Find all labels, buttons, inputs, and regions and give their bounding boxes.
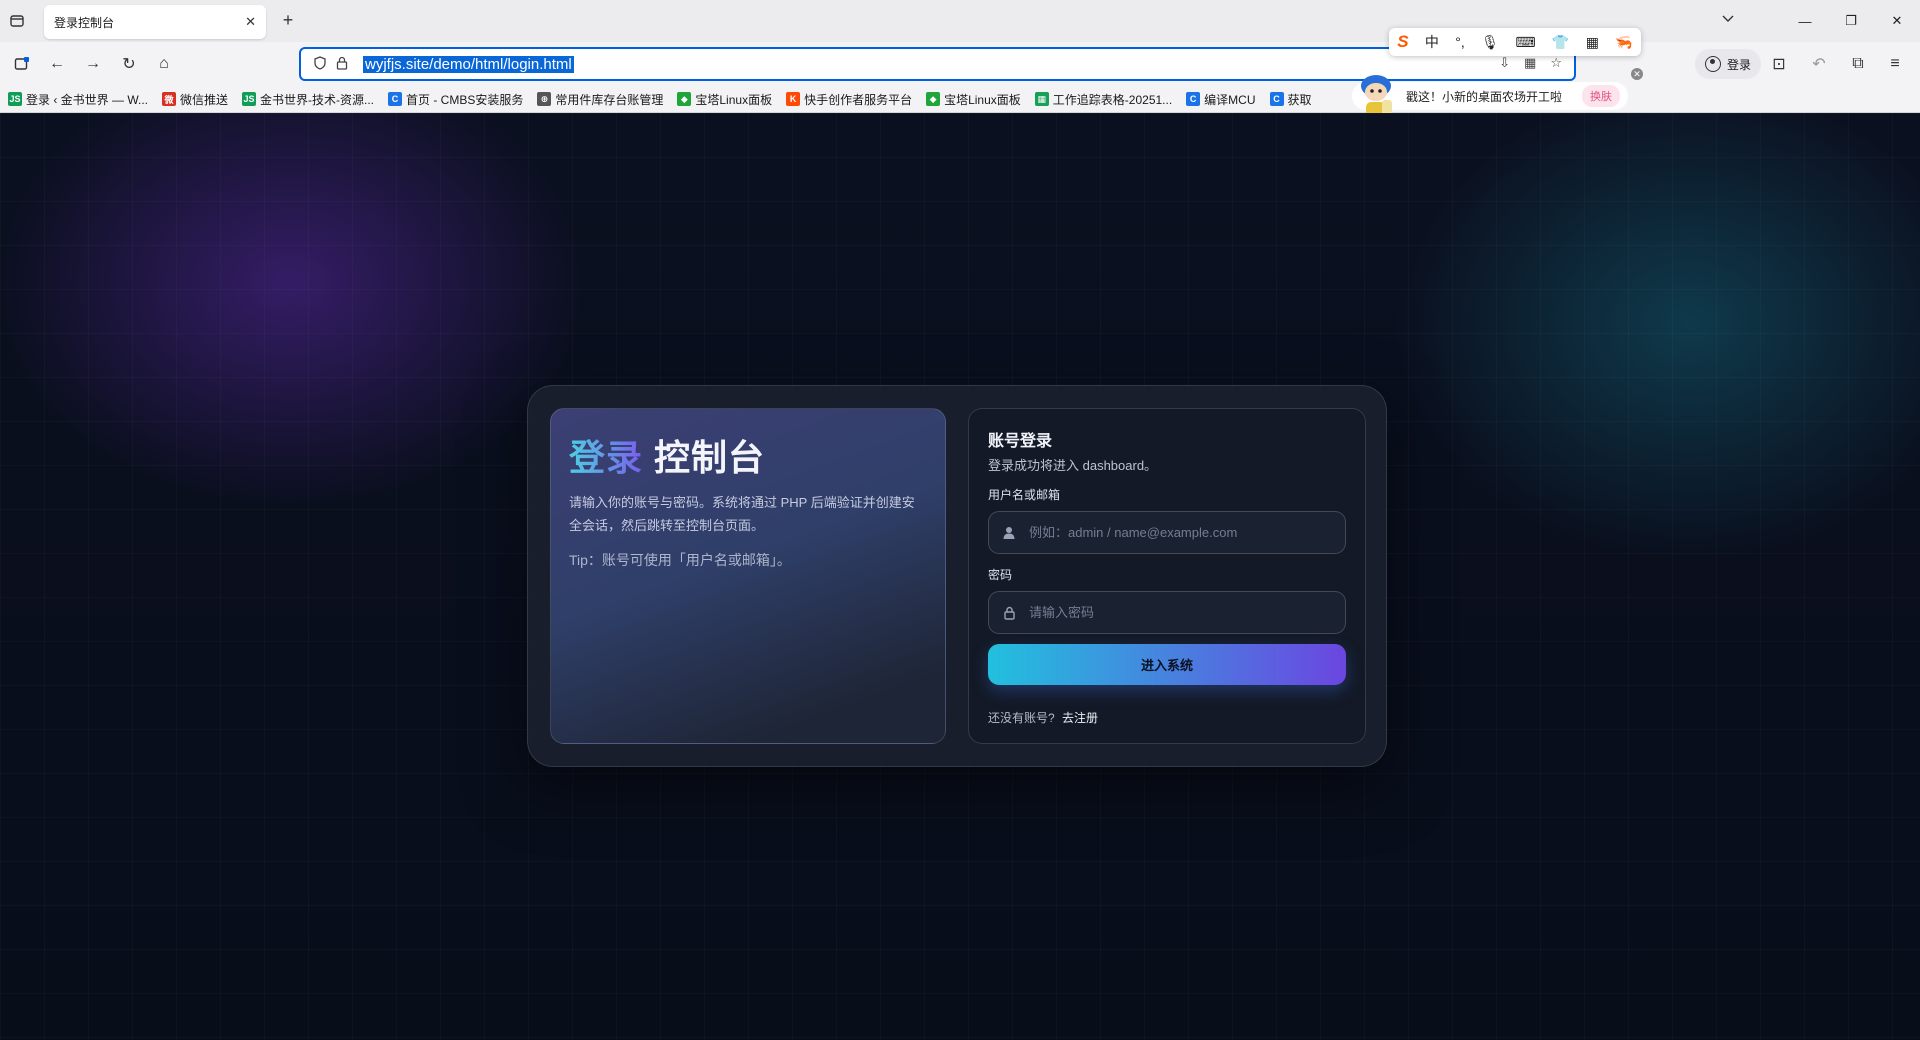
bookmark-item[interactable]: C 首页 - CMBS安装服务 (388, 91, 523, 108)
tab-title: 登录控制台 (54, 15, 115, 30)
bookmark-label: 登录 ‹ 金书世界 — W... (26, 92, 148, 107)
intro-tip: Tip：账号可使用「用户名或邮箱」。 (569, 552, 791, 568)
bookmark-favicon-icon: C (1186, 92, 1201, 106)
bookmark-favicon-icon: 微 (162, 92, 176, 106)
login-form-panel: 账号登录 登录成功将进入 dashboard。 用户名或邮箱 密码 进入系统 还… (968, 408, 1366, 744)
register-line: 还没有账号? 去注册 (988, 709, 1346, 726)
title-rest: 控制台 (654, 437, 766, 478)
lock-icon[interactable] (331, 56, 353, 73)
address-bar-actions: ⇩ ▦ ☆ (1499, 55, 1562, 71)
bookmark-item[interactable]: K 快手创作者服务平台 (786, 91, 912, 108)
bookmark-item[interactable]: 微微信推送 (162, 91, 228, 108)
bookmark-favicon-icon: C (388, 92, 403, 106)
undo-icon[interactable]: ↶ (1806, 51, 1832, 77)
active-tab[interactable]: 登录控制台 ✕ (44, 5, 266, 39)
bookmark-item[interactable]: ◆ 宝塔Linux面板 (926, 91, 1021, 108)
bookmark-item[interactable]: C 编译MCU (1186, 91, 1256, 108)
star-icon[interactable]: ☆ (1550, 55, 1562, 71)
ime-mascot-icon[interactable]: 🦐 (1615, 34, 1632, 51)
sidebar-toggle-icon[interactable] (9, 51, 35, 77)
bookmark-favicon-icon: ◆ (926, 92, 941, 106)
register-prompt: 还没有账号? (988, 711, 1055, 725)
bookmark-label: 快手创作者服务平台 (804, 92, 913, 107)
lock-icon (1001, 606, 1017, 620)
register-link[interactable]: 去注册 (1062, 711, 1098, 725)
page-title: 登录 控制台 (569, 429, 927, 481)
password-label: 密码 (988, 568, 1013, 582)
bookmark-favicon-icon: JS (8, 92, 22, 106)
download-icon[interactable]: ⇩ (1499, 55, 1510, 71)
close-window-icon[interactable]: ✕ (1874, 0, 1920, 42)
bookmark-label: 获取 (1287, 92, 1312, 107)
skin-button[interactable]: 换肤 (1582, 85, 1621, 107)
tab-list-icon[interactable] (6, 10, 28, 32)
ime-toolbar: S 中 °, 🎙 ⌨ 👕 ▦ 🦐 (1389, 28, 1641, 56)
keyboard-icon[interactable]: ⌨ (1515, 34, 1535, 51)
account-label: 登录 (1727, 57, 1752, 72)
bookmark-favicon-icon: JS (242, 92, 257, 106)
account-button[interactable]: 登录 (1695, 49, 1762, 79)
bookmark-label: 微信推送 (180, 92, 229, 107)
password-input[interactable] (1029, 605, 1345, 620)
bookmark-label: 首页 - CMBS安装服务 (406, 92, 524, 107)
url-text[interactable]: wyjfjs.site/demo/html/login.html (363, 55, 574, 73)
ime-banner-close-icon[interactable]: ✕ (1631, 68, 1643, 80)
bookmark-favicon-icon: ▦ (1034, 92, 1049, 106)
sogou-logo-icon[interactable]: S (1397, 32, 1408, 52)
minimize-icon[interactable]: — (1782, 0, 1828, 42)
ime-banner-text: 戳这！小新的桌面农场开工啦 (1406, 89, 1563, 104)
bookmark-item[interactable]: JS 登录 ‹ 金书世界 — W... (8, 91, 148, 108)
submit-button[interactable]: 进入系统 (988, 644, 1346, 685)
tab-overflow-chevron-icon[interactable] (1722, 12, 1734, 26)
bookmark-favicon-icon: ⊕ (537, 92, 552, 106)
login-page: 登录 控制台 请输入你的账号与密码。系统将通过 PHP 后端验证并创建安全会话，… (0, 113, 1920, 1040)
bookmark-label: 常用件库存台账管理 (555, 92, 664, 107)
bookmark-favicon-icon: C (1269, 92, 1284, 106)
bookmark-item[interactable]: ◆ 宝塔Linux面板 (677, 91, 772, 108)
bookmark-label: 宝塔Linux面板 (695, 92, 773, 107)
username-label: 用户名或邮箱 (988, 488, 1061, 502)
microphone-icon[interactable]: 🎙 (1481, 34, 1499, 51)
intro-panel: 登录 控制台 请输入你的账号与密码。系统将通过 PHP 后端验证并创建安全会话，… (550, 408, 946, 744)
shield-icon[interactable] (309, 55, 331, 73)
browser-chrome: 登录控制台 ✕ + — ❐ ✕ ← → ↻ ⌂ wyjfjs.site/demo… (0, 0, 1920, 113)
password-field-wrapper (988, 591, 1346, 634)
menu-icon[interactable]: ≡ (1882, 51, 1908, 77)
ime-punct-icon[interactable]: °, (1455, 34, 1465, 50)
user-icon (1705, 56, 1721, 72)
qr-icon[interactable]: ▦ (1524, 55, 1536, 71)
form-subtitle: 登录成功将进入 dashboard。 (988, 458, 1158, 473)
extensions-icon[interactable]: ⧉ (1845, 51, 1871, 77)
skin-shirt-icon[interactable]: 👕 (1552, 34, 1569, 51)
login-card: 登录 控制台 请输入你的账号与密码。系统将通过 PHP 后端验证并创建安全会话，… (527, 385, 1387, 767)
bookmark-item[interactable]: ⊕ 常用件库存台账管理 (537, 91, 663, 108)
new-tab-button[interactable]: + (277, 10, 299, 31)
window-controls: — ❐ ✕ (1782, 0, 1920, 42)
title-accent: 登录 (569, 437, 644, 478)
bookmark-label: 编译MCU (1204, 92, 1256, 107)
bookmark-item[interactable]: JS 金书世界-技术-资源... (242, 91, 374, 108)
bookmark-item[interactable]: ▦ 工作追踪表格-20251... (1034, 91, 1173, 108)
tab-close-icon[interactable]: ✕ (245, 14, 256, 30)
bookmark-favicon-icon: K (786, 92, 801, 106)
username-input[interactable] (1029, 525, 1345, 540)
forward-icon[interactable]: → (80, 51, 106, 77)
bookmark-label: 工作追踪表格-20251... (1052, 92, 1173, 107)
bookmark-label: 金书世界-技术-资源... (260, 92, 375, 107)
restore-icon[interactable]: ❐ (1828, 0, 1874, 42)
ime-lang-toggle[interactable]: 中 (1425, 32, 1439, 52)
reload-icon[interactable]: ↻ (116, 51, 142, 77)
intro-description: 请输入你的账号与密码。系统将通过 PHP 后端验证并创建安全会话，然后跳转至控制… (569, 495, 915, 533)
bookmark-favicon-icon: ◆ (677, 92, 692, 106)
form-title: 账号登录 (988, 433, 1053, 450)
bookmarks-bar: JS 登录 ‹ 金书世界 — W... 微微信推送 JS 金书世界-技术-资源... C 首… (0, 86, 1920, 112)
bookmark-label: 宝塔Linux面板 (944, 92, 1021, 107)
back-icon[interactable]: ← (44, 51, 70, 77)
toolbox-grid-icon[interactable]: ▦ (1586, 34, 1599, 51)
bookmark-item[interactable]: C 获取 (1269, 91, 1312, 108)
home-icon[interactable]: ⌂ (151, 51, 177, 77)
crop-icon[interactable]: ⊡ (1766, 51, 1792, 77)
user-icon (1001, 526, 1017, 539)
username-field-wrapper (988, 511, 1346, 554)
